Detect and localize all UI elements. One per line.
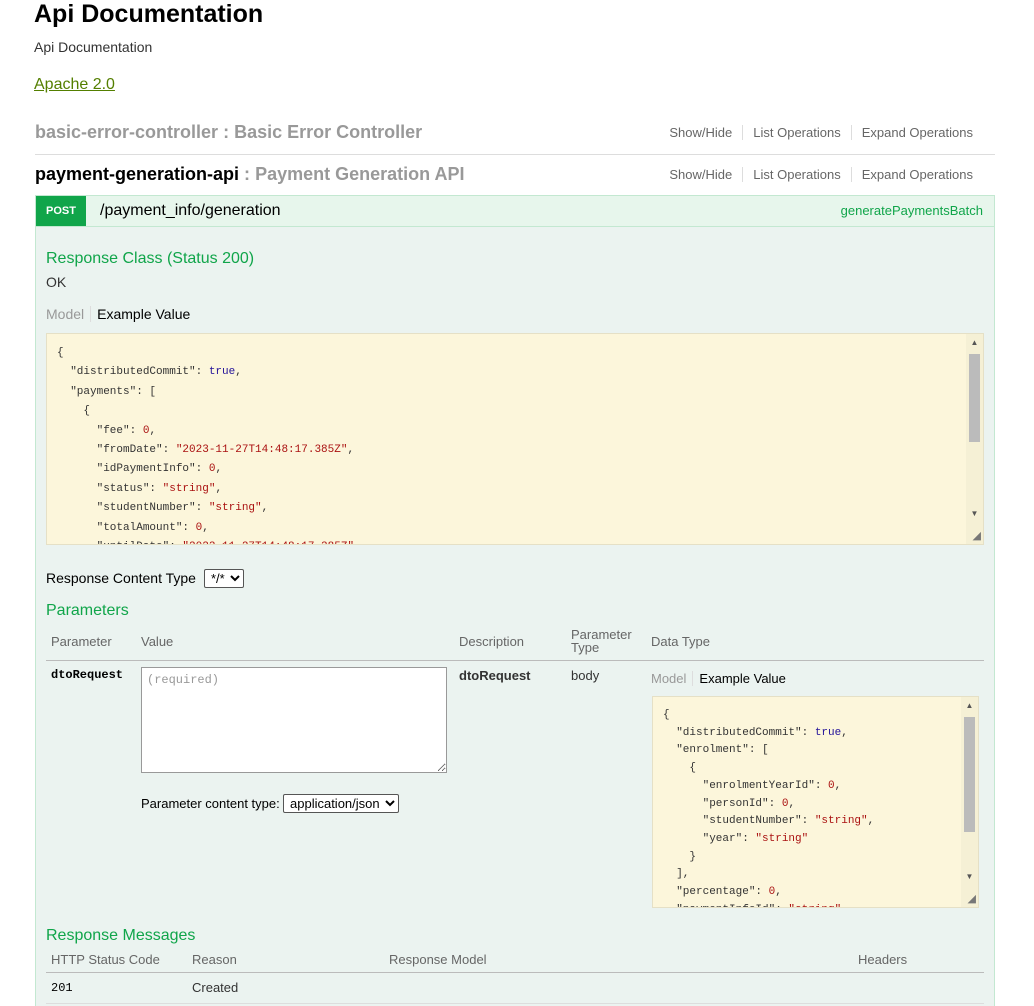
- param-header-description: Description: [459, 634, 525, 649]
- resp-header-code: HTTP Status Code: [51, 952, 160, 967]
- operation-path[interactable]: /payment_info/generation: [100, 202, 281, 220]
- resource-name[interactable]: payment-generation-api: [35, 164, 239, 184]
- resource-separator: :: [244, 164, 251, 184]
- param-header-value: Value: [141, 634, 174, 649]
- scroll-up-arrow-icon[interactable]: ▲: [961, 697, 978, 714]
- resource-options: Show/Hide List Operations Expand Operati…: [659, 167, 983, 182]
- parameters-title: Parameters: [46, 602, 129, 619]
- resource-description: Basic Error Controller: [234, 122, 423, 142]
- param-description: dtoRequest: [459, 668, 531, 683]
- resp-header-reason: Reason: [192, 952, 237, 967]
- scroll-down-arrow-icon[interactable]: ▼: [961, 868, 978, 885]
- param-example-box[interactable]: { "distributedCommit": true, "enrolment"…: [652, 696, 979, 908]
- operation-heading[interactable]: POST /payment_info/generation generatePa…: [36, 196, 994, 227]
- table-divider: [46, 972, 984, 973]
- resize-grip-icon[interactable]: ◢: [968, 892, 976, 905]
- table-divider: [46, 1003, 984, 1004]
- expand-operations-link[interactable]: Expand Operations: [850, 167, 983, 182]
- scroll-thumb[interactable]: [964, 717, 975, 832]
- show-hide-link[interactable]: Show/Hide: [659, 167, 742, 182]
- http-method-badge[interactable]: POST: [36, 196, 86, 226]
- scrollbar[interactable]: ▲ ▼: [966, 334, 983, 544]
- table-divider: [46, 660, 984, 661]
- response-content-type-label: Response Content Type: [46, 570, 196, 586]
- model-tab[interactable]: Model: [651, 671, 694, 686]
- resource-basic-error-controller: basic-error-controller : Basic Error Con…: [35, 114, 995, 155]
- scroll-down-arrow-icon[interactable]: ▼: [966, 505, 983, 522]
- model-tab[interactable]: Model: [46, 306, 92, 322]
- scrollbar[interactable]: ▲ ▼: [961, 697, 978, 907]
- scroll-thumb[interactable]: [969, 354, 980, 442]
- resource-heading[interactable]: payment-generation-api : Payment Generat…: [35, 164, 464, 185]
- show-hide-link[interactable]: Show/Hide: [659, 125, 742, 140]
- resource-separator: :: [223, 122, 230, 142]
- expand-operations-link[interactable]: Expand Operations: [850, 125, 983, 140]
- response-example-code: { "distributedCommit": true, "payments":…: [57, 347, 355, 544]
- response-messages-title: Response Messages: [46, 927, 196, 944]
- list-operations-link[interactable]: List Operations: [742, 167, 850, 182]
- response-reason: Created: [192, 980, 239, 995]
- example-value-tab[interactable]: Example Value: [693, 671, 785, 686]
- response-class-text: OK: [46, 274, 67, 290]
- scroll-up-arrow-icon[interactable]: ▲: [966, 334, 983, 351]
- resize-grip-icon[interactable]: ◢: [973, 529, 981, 542]
- param-header-parameter-type: Parameter Type: [571, 627, 632, 655]
- operation-nickname[interactable]: generatePaymentsBatch: [841, 203, 983, 218]
- resource-description: Payment Generation API: [255, 164, 465, 184]
- response-content-type-select[interactable]: */*: [204, 569, 244, 588]
- license-link[interactable]: Apache 2.0: [34, 76, 115, 94]
- param-example-code: { "distributedCommit": true, "enrolment"…: [663, 709, 875, 907]
- param-content-type-label: Parameter content type:: [141, 796, 280, 811]
- response-model-tabs: Model Example Value: [46, 306, 190, 322]
- param-header-parameter: Parameter: [51, 634, 112, 649]
- list-operations-link[interactable]: List Operations: [742, 125, 850, 140]
- response-example-box[interactable]: { "distributedCommit": true, "payments":…: [46, 333, 984, 545]
- page-title: Api Documentation: [34, 0, 264, 28]
- resource-options: Show/Hide List Operations Expand Operati…: [659, 125, 983, 140]
- param-content-type-select[interactable]: application/json: [283, 794, 399, 813]
- response-class-title: Response Class (Status 200): [46, 250, 255, 267]
- param-model-tabs: Model Example Value: [651, 671, 786, 686]
- resp-header-headers: Headers: [858, 952, 908, 967]
- resource-name[interactable]: basic-error-controller: [35, 122, 218, 142]
- resource-heading[interactable]: basic-error-controller : Basic Error Con…: [35, 122, 422, 143]
- param-type: body: [571, 668, 600, 683]
- param-header-data-type: Data Type: [651, 634, 711, 649]
- response-code: 201: [51, 981, 73, 995]
- dto-request-body-textarea[interactable]: [141, 667, 447, 773]
- example-value-tab[interactable]: Example Value: [91, 306, 190, 322]
- resp-header-model: Response Model: [389, 952, 487, 967]
- operation-panel: POST /payment_info/generation generatePa…: [35, 195, 995, 1006]
- api-description: Api Documentation: [34, 39, 153, 55]
- resource-payment-generation-api: payment-generation-api : Payment Generat…: [35, 156, 995, 196]
- param-name: dtoRequest: [51, 668, 124, 682]
